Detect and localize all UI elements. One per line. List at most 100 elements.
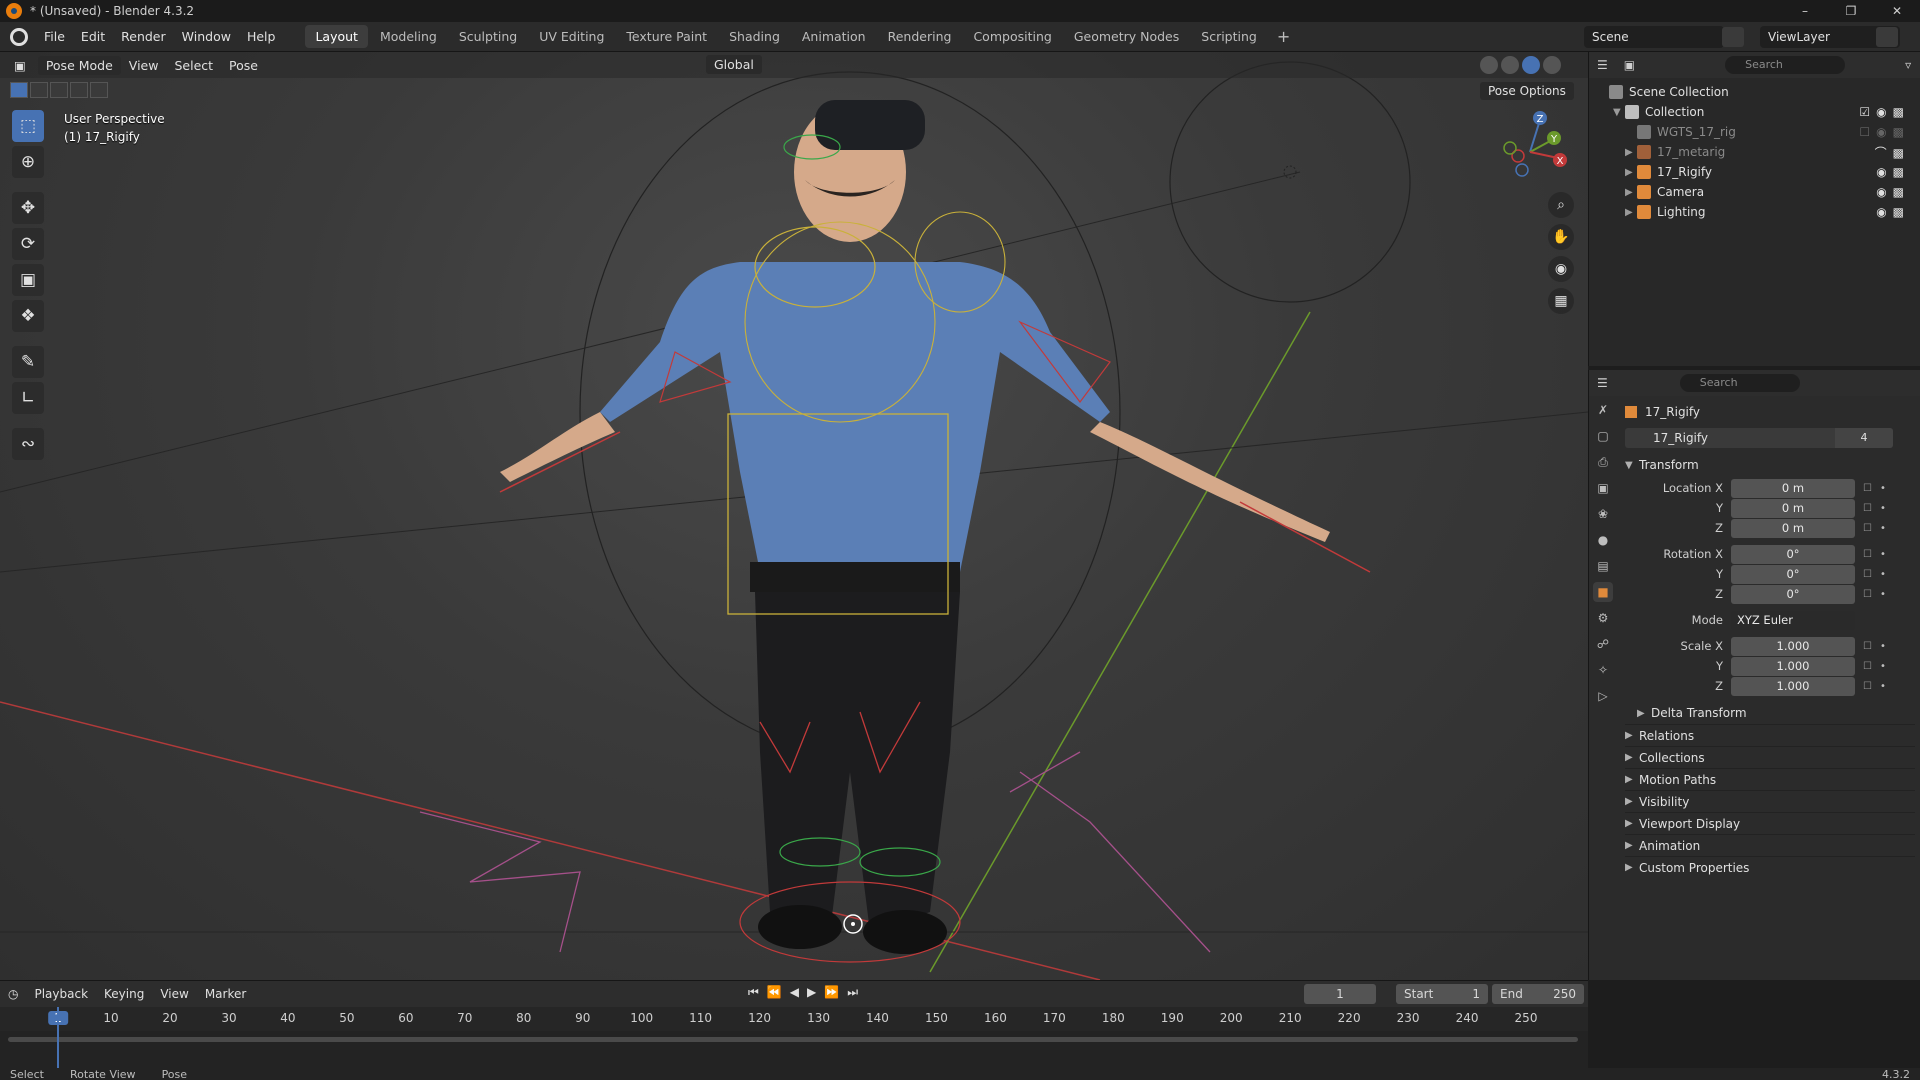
rendered-shading-icon[interactable] — [1543, 56, 1561, 74]
new-scene-icon[interactable] — [1722, 27, 1744, 47]
pan-hand-icon[interactable]: ✋ — [1548, 224, 1574, 250]
filter-icon[interactable]: ▿ — [1905, 58, 1911, 72]
scene-tab-icon[interactable]: ❀ — [1593, 504, 1613, 524]
outliner-search-input[interactable]: Search — [1725, 56, 1846, 74]
user-count[interactable]: 4 — [1835, 428, 1893, 448]
keyframe-dot-icon[interactable]: • — [1880, 523, 1886, 534]
select-extend-icon[interactable] — [30, 82, 48, 98]
keyframe-dot-icon[interactable]: • — [1880, 503, 1886, 514]
select-subtract-icon[interactable] — [50, 82, 68, 98]
transform-icon[interactable]: ❖ — [12, 300, 44, 332]
properties-search-input[interactable]: Search — [1679, 374, 1800, 392]
solid-shading-icon[interactable] — [1501, 56, 1519, 74]
expand-icon[interactable]: ▶ — [1625, 187, 1637, 198]
properties-editor-icon[interactable]: ☰ — [1597, 376, 1608, 390]
world-tab-icon[interactable]: ● — [1593, 530, 1613, 550]
menu-view[interactable]: View — [121, 56, 167, 75]
select-set-icon[interactable] — [10, 82, 28, 98]
scale-icon[interactable]: ▣ — [12, 264, 44, 296]
custom-properties-panel[interactable]: ▶ Custom Properties — [1625, 856, 1915, 878]
tab-geometry-nodes[interactable]: Geometry Nodes — [1064, 25, 1189, 48]
collection-tab-icon[interactable]: ▤ — [1593, 556, 1613, 576]
relax-icon[interactable]: ∾ — [12, 428, 44, 460]
lock-icon[interactable]: ☐ — [1863, 641, 1872, 652]
display-mode-icon[interactable]: ▣ — [1624, 58, 1635, 72]
blender-menu-icon[interactable] — [10, 27, 28, 46]
menu-file[interactable]: File — [36, 29, 73, 44]
relations-panel[interactable]: ▶ Relations — [1625, 724, 1915, 746]
transform-orientation-selector[interactable]: Global — [706, 55, 762, 74]
prev-keyframe-icon[interactable]: ⏪ — [767, 985, 782, 1000]
visibility-icons[interactable]: ◉▩ — [1876, 165, 1910, 179]
outliner-row-metarig[interactable]: ▶ 17_metarig ⌒▩ — [1589, 142, 1920, 162]
lock-icon[interactable]: ☐ — [1863, 503, 1872, 514]
keyframe-dot-icon[interactable]: • — [1880, 641, 1886, 652]
next-keyframe-icon[interactable]: ⏩ — [824, 985, 839, 1000]
lock-icon[interactable]: ☐ — [1863, 661, 1872, 672]
minimize-button[interactable]: – — [1782, 0, 1828, 22]
tab-texture-paint[interactable]: Texture Paint — [616, 25, 717, 48]
scale-z-field[interactable]: 1.000 — [1731, 676, 1855, 696]
data-tab-icon[interactable]: ✧ — [1593, 660, 1613, 680]
lock-icon[interactable]: ☐ — [1863, 523, 1872, 534]
editor-type-icon[interactable]: ▣ — [6, 56, 34, 75]
tab-scripting[interactable]: Scripting — [1191, 25, 1267, 48]
location-x-field[interactable]: 0 m — [1731, 478, 1855, 498]
outliner-row-collection[interactable]: ▼ Collection ☑◉▩ — [1589, 102, 1920, 122]
keyframe-dot-icon[interactable]: • — [1880, 681, 1886, 692]
expand-icon[interactable]: ▶ — [1625, 147, 1637, 158]
rotation-y-field[interactable]: 0° — [1731, 564, 1855, 584]
viewport-display-panel[interactable]: ▶ Viewport Display — [1625, 812, 1915, 834]
outliner-row-lighting[interactable]: ▶ Lighting ◉▩ — [1589, 202, 1920, 222]
location-y-field[interactable]: 0 m — [1731, 498, 1855, 518]
lock-icon[interactable]: ☐ — [1863, 483, 1872, 494]
annotate-icon[interactable]: ✎ — [12, 346, 44, 378]
visibility-icons[interactable]: ☑◉▩ — [1859, 105, 1910, 119]
menu-edit[interactable]: Edit — [73, 29, 113, 44]
output-tab-icon[interactable]: ⎙ — [1593, 452, 1613, 472]
menu-help[interactable]: Help — [239, 29, 284, 44]
view-layer-tab-icon[interactable]: ▣ — [1593, 478, 1613, 498]
expand-icon[interactable]: ▶ — [1625, 167, 1637, 178]
new-view-layer-icon[interactable] — [1876, 27, 1898, 47]
motion-paths-panel[interactable]: ▶ Motion Paths — [1625, 768, 1915, 790]
constraints-tab-icon[interactable]: ☍ — [1593, 634, 1613, 654]
tab-modeling[interactable]: Modeling — [370, 25, 447, 48]
transform-panel-header[interactable]: ▼ Transform — [1625, 452, 1915, 478]
scene-selector[interactable]: Scene — [1584, 26, 1724, 48]
render-tab-icon[interactable]: ▢ — [1593, 426, 1613, 446]
visibility-icons[interactable]: ⌒▩ — [1875, 144, 1910, 161]
object-tab-icon[interactable]: ■ — [1593, 582, 1613, 602]
rotation-x-field[interactable]: 0° — [1731, 544, 1855, 564]
close-button[interactable]: ✕ — [1874, 0, 1920, 22]
menu-marker[interactable]: Marker — [197, 987, 254, 1001]
cursor-icon[interactable]: ⊕ — [12, 146, 44, 178]
collections-panel[interactable]: ▶ Collections — [1625, 746, 1915, 768]
timeline-ruler[interactable]: 1102030405060708090100110120130140150160… — [0, 1007, 1588, 1031]
lock-icon[interactable]: ☐ — [1863, 589, 1872, 600]
tab-uv-editing[interactable]: UV Editing — [529, 25, 614, 48]
zoom-icon[interactable]: ⌕ — [1548, 192, 1574, 218]
menu-render[interactable]: Render — [113, 29, 174, 44]
measure-icon[interactable]: ∟ — [12, 382, 44, 414]
menu-pose[interactable]: Pose — [221, 56, 266, 75]
maximize-button[interactable]: ❐ — [1828, 0, 1874, 22]
jump-start-icon[interactable]: ⏮ — [748, 985, 759, 1000]
tool-tab-icon[interactable]: ✗ — [1593, 400, 1613, 420]
scale-y-field[interactable]: 1.000 — [1731, 656, 1855, 676]
outliner-editor-icon[interactable]: ☰ — [1597, 58, 1608, 72]
expand-icon[interactable]: ▶ — [1625, 207, 1637, 218]
visibility-panel[interactable]: ▶ Visibility — [1625, 790, 1915, 812]
lock-icon[interactable]: ☐ — [1863, 549, 1872, 560]
visibility-icons[interactable]: ◉▩ — [1876, 185, 1910, 199]
tab-rendering[interactable]: Rendering — [878, 25, 962, 48]
end-frame-field[interactable]: End 250 — [1492, 984, 1584, 1004]
play-reverse-icon[interactable]: ◀ — [790, 985, 799, 1000]
tab-shading[interactable]: Shading — [719, 25, 790, 48]
add-workspace-button[interactable]: + — [1269, 27, 1298, 46]
playhead[interactable] — [57, 1007, 59, 1069]
visibility-icons[interactable]: ◉▩ — [1876, 205, 1910, 219]
rotate-icon[interactable]: ⟳ — [12, 228, 44, 260]
menu-timeline-view[interactable]: View — [152, 987, 196, 1001]
menu-playback[interactable]: Playback — [26, 987, 96, 1001]
